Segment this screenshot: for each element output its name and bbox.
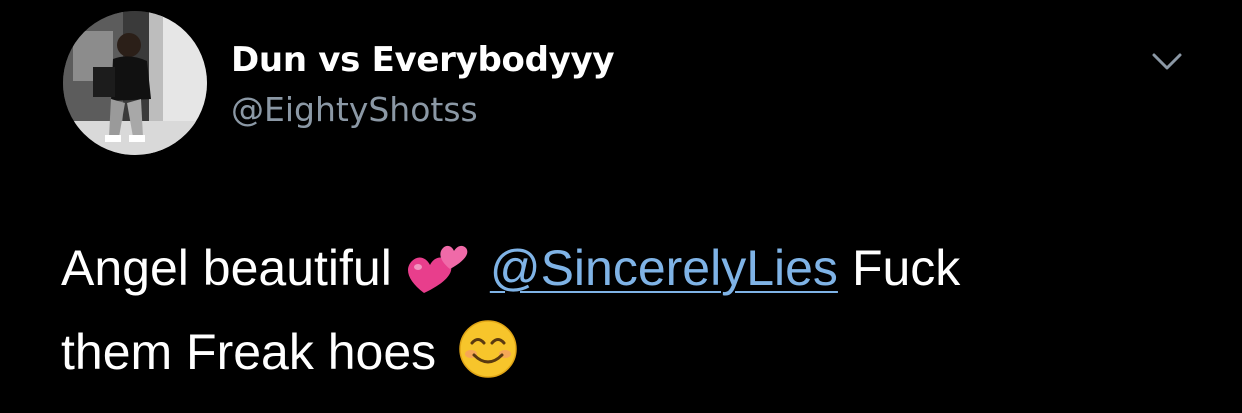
profile-photo-icon bbox=[63, 11, 207, 155]
tweet-text-part: Fuck bbox=[851, 240, 961, 296]
two-hearts-icon bbox=[406, 239, 468, 295]
tweet-text-part: them Freak hoes bbox=[61, 324, 437, 380]
user-handle[interactable]: @EightyShotss bbox=[231, 89, 478, 131]
smiling-face-icon bbox=[458, 319, 518, 379]
tweet-text-part: Angel beautiful bbox=[61, 240, 392, 296]
tweet-text-line-1: Angel beautiful @SincerelyLies Fuck bbox=[61, 226, 1201, 310]
chevron-down-icon bbox=[1152, 53, 1182, 70]
tweet-text-line-2: them Freak hoes bbox=[61, 310, 1201, 394]
tweet-card: Dun vs Everybodyyy @EightyShotss Angel b… bbox=[0, 0, 1242, 413]
mention-link[interactable]: @SincerelyLies bbox=[490, 240, 838, 296]
display-name[interactable]: Dun vs Everybodyyy bbox=[231, 38, 615, 82]
more-options-button[interactable] bbox=[1142, 41, 1192, 81]
avatar[interactable] bbox=[63, 11, 207, 155]
tweet-text: Angel beautiful @SincerelyLies Fuck them … bbox=[61, 226, 1201, 394]
